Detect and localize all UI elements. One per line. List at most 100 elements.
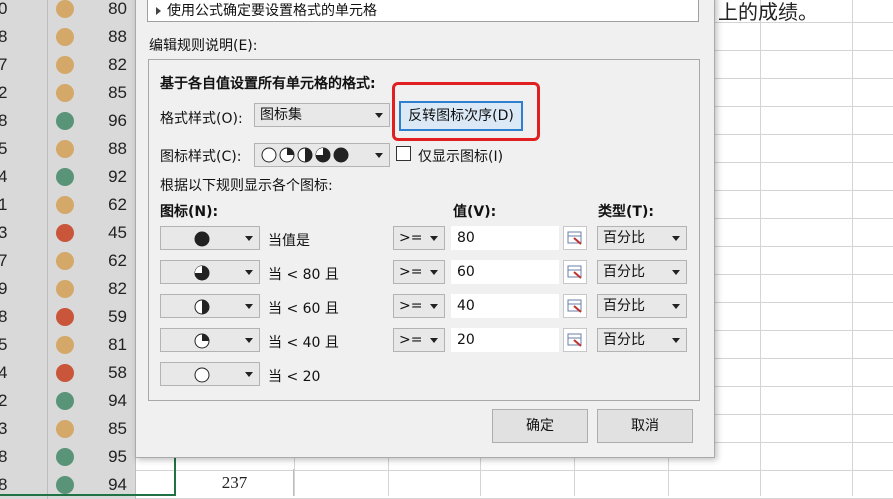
rating-circle-icon: [56, 0, 74, 18]
rule-condition-label: 当值是: [268, 233, 310, 249]
rule-type-select[interactable]: 百分比: [597, 328, 687, 352]
row-number-cell[interactable]: 7: [0, 51, 48, 79]
score-value: 62: [108, 251, 127, 270]
rule-condition-label: 当 < 40 且: [268, 335, 339, 351]
row-number-cell[interactable]: 4: [0, 163, 48, 191]
range-select-icon: [567, 299, 582, 313]
icon-style-select[interactable]: [254, 143, 390, 167]
chevron-down-icon: [245, 372, 253, 377]
score-value: 45: [108, 223, 127, 242]
rule-type-formula-item[interactable]: 使用公式确定要设置格式的单元格: [147, 0, 699, 22]
chevron-down-icon: [245, 236, 253, 241]
rule-type-select[interactable]: 百分比: [597, 294, 687, 318]
cell-reference-button[interactable]: [563, 294, 587, 318]
score-cell[interactable]: 45: [48, 219, 136, 247]
score-value: 96: [108, 111, 127, 130]
chevron-down-icon: [430, 236, 438, 241]
rating-circle-icon: [56, 308, 74, 326]
row-number-cell[interactable]: 9: [0, 275, 48, 303]
rule-icon-select[interactable]: [160, 260, 260, 284]
rule-value-input[interactable]: 60: [451, 260, 559, 284]
rating-circle-icon: [56, 28, 74, 46]
rule-operator-select[interactable]: >=: [393, 328, 445, 352]
rule-operator-select[interactable]: >=: [393, 260, 445, 284]
row-number-cell[interactable]: 0: [0, 0, 48, 23]
sheet-text-fragment: 上的成绩。: [718, 2, 818, 24]
score-value: 82: [108, 279, 127, 298]
score-value: 58: [108, 363, 127, 382]
row-number-cell[interactable]: 2: [0, 79, 48, 107]
rating-circle-icon: [56, 252, 74, 270]
score-cell[interactable]: 80: [48, 0, 136, 23]
score-cell[interactable]: 85: [48, 415, 136, 443]
cell-reference-button[interactable]: [563, 226, 587, 250]
score-cell[interactable]: 62: [48, 191, 136, 219]
rule-value-input[interactable]: 80: [451, 226, 559, 250]
score-cell[interactable]: 94: [48, 387, 136, 415]
chevron-down-icon: [430, 338, 438, 343]
rule-icon-select[interactable]: [160, 226, 260, 250]
score-value: 92: [108, 167, 127, 186]
chevron-down-icon: [672, 338, 680, 343]
row-number-cell[interactable]: 8: [0, 303, 48, 331]
score-cell[interactable]: 92: [48, 163, 136, 191]
quarter-circle-icon: [194, 265, 210, 281]
rule-icon-select[interactable]: [160, 294, 260, 318]
rule-icon-select[interactable]: [160, 328, 260, 352]
score-cell[interactable]: 62: [48, 247, 136, 275]
score-cell[interactable]: 82: [48, 275, 136, 303]
score-value: 82: [108, 55, 127, 74]
rule-operator-select[interactable]: >=: [393, 226, 445, 250]
row-number-cell[interactable]: 1: [0, 191, 48, 219]
score-cell[interactable]: 59: [48, 303, 136, 331]
rating-circle-icon: [56, 336, 74, 354]
row-number-cell[interactable]: 3: [0, 219, 48, 247]
edit-rule-label: 编辑规则说明(E):: [149, 38, 258, 54]
rule-type-select[interactable]: 百分比: [597, 226, 687, 250]
chevron-down-icon: [245, 270, 253, 275]
total-cell[interactable]: 237: [176, 469, 294, 496]
format-style-select[interactable]: 图标集: [254, 103, 390, 127]
rule-value-input[interactable]: 20: [451, 328, 559, 352]
icon-style-label: 图标样式(C):: [160, 149, 242, 165]
rule-condition-label: 当 < 20: [268, 369, 321, 385]
section-title: 基于各自值设置所有单元格的格式:: [160, 76, 376, 92]
cell-reference-button[interactable]: [563, 260, 587, 284]
score-cell[interactable]: 88: [48, 135, 136, 163]
row-number-cell[interactable]: 8: [0, 23, 48, 51]
score-cell[interactable]: 81: [48, 331, 136, 359]
chevron-down-icon: [672, 236, 680, 241]
icon-column-header: 图标(N):: [160, 204, 219, 220]
chevron-down-icon: [375, 153, 383, 158]
chevron-down-icon: [245, 304, 253, 309]
score-cell[interactable]: 85: [48, 79, 136, 107]
rule-value-input[interactable]: 40: [451, 294, 559, 318]
rule-operator-select[interactable]: >=: [393, 294, 445, 318]
score-cell[interactable]: 88: [48, 23, 136, 51]
ok-button[interactable]: 确定: [492, 409, 588, 443]
row-number-cell[interactable]: 7: [0, 247, 48, 275]
row-number-cell[interactable]: 5: [0, 331, 48, 359]
rating-circle-icon: [56, 224, 74, 242]
score-cell[interactable]: 95: [48, 443, 136, 471]
row-number-cell[interactable]: 3: [0, 415, 48, 443]
range-select-icon: [567, 265, 582, 279]
row-number-cell[interactable]: 5: [0, 135, 48, 163]
score-cell[interactable]: 96: [48, 107, 136, 135]
type-column-header: 类型(T):: [598, 204, 654, 220]
row-number-cell[interactable]: 8: [0, 443, 48, 471]
cancel-button[interactable]: 取消: [597, 409, 693, 443]
rule-icon-select[interactable]: [160, 362, 260, 386]
row-number-cell[interactable]: 2: [0, 387, 48, 415]
score-cell[interactable]: 58: [48, 359, 136, 387]
cell-reference-button[interactable]: [563, 328, 587, 352]
row-number-cell[interactable]: 8: [0, 107, 48, 135]
rule-type-select[interactable]: 百分比: [597, 260, 687, 284]
show-icon-only-checkbox[interactable]: [396, 146, 411, 161]
chevron-down-icon: [375, 113, 383, 118]
rating-circle-icon: [56, 448, 74, 466]
rating-circle-icon: [56, 84, 74, 102]
rating-circle-icon: [56, 420, 74, 438]
score-cell[interactable]: 82: [48, 51, 136, 79]
row-number-cell[interactable]: 4: [0, 359, 48, 387]
